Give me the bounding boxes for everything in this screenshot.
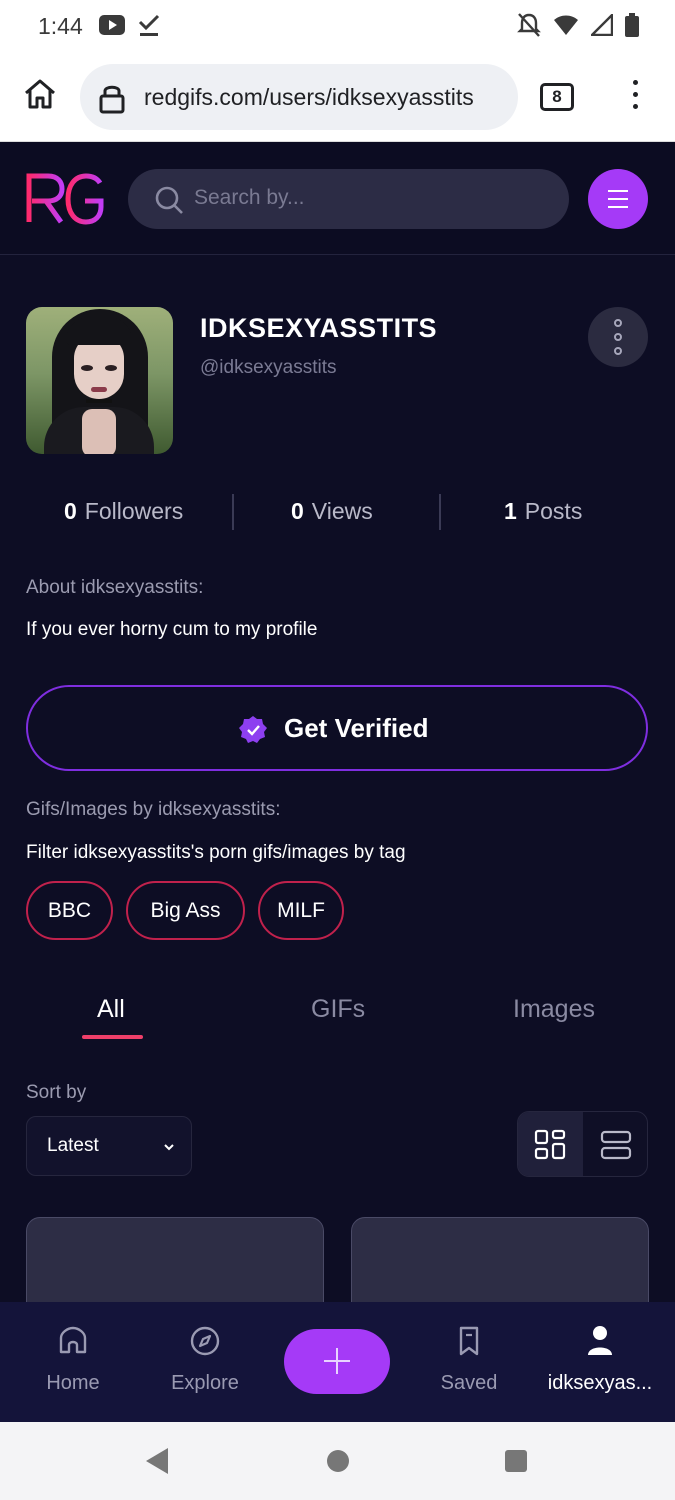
tab-gifs[interactable]: GIFs xyxy=(311,995,365,1024)
stat-views: 0 Views xyxy=(291,498,373,524)
about-label: About idksexyasstits: xyxy=(26,577,204,598)
nav-home-label: Home xyxy=(46,1372,100,1394)
nav-profile-label: idksexyas... xyxy=(547,1372,653,1394)
more-options-icon[interactable] xyxy=(588,307,648,367)
filter-by-tag-label: Filter idksexyasstits's porn gifs/images… xyxy=(26,842,406,863)
compass-icon xyxy=(190,1326,220,1356)
home-circle-icon[interactable] xyxy=(327,1450,349,1472)
stat-posts: 1 Posts xyxy=(504,498,583,524)
tab-all[interactable]: All xyxy=(97,995,125,1024)
nav-explore-label: Explore xyxy=(171,1372,239,1394)
url-text: redgifs.com/users/idksexyasstits xyxy=(144,84,474,110)
tag-bbc[interactable]: BBC xyxy=(26,881,113,940)
lock-icon xyxy=(99,85,125,114)
recents-icon[interactable] xyxy=(505,1450,527,1472)
status-time: 1:44 xyxy=(38,13,83,39)
bottom-nav: Home Explore Saved idksexyas... xyxy=(0,1302,675,1422)
nav-saved[interactable]: Saved xyxy=(404,1302,534,1422)
youtube-notification-icon xyxy=(99,15,125,35)
browser-menu-icon[interactable] xyxy=(630,80,640,114)
wifi-icon xyxy=(554,15,578,35)
address-bar[interactable]: redgifs.com/users/idksexyasstits xyxy=(80,64,518,130)
list-view-button[interactable] xyxy=(583,1112,647,1176)
tag-milf[interactable]: MILF xyxy=(258,881,344,940)
back-icon[interactable] xyxy=(146,1448,168,1474)
profile-handle: @idksexyasstits xyxy=(200,357,337,378)
mute-icon xyxy=(517,13,541,37)
tab-switcher-button[interactable]: 8 xyxy=(540,83,574,111)
verified-badge-icon xyxy=(239,716,267,743)
grid-view-button[interactable] xyxy=(518,1112,583,1176)
download-done-icon xyxy=(138,14,160,36)
nav-saved-label: Saved xyxy=(440,1372,498,1394)
tag-big-ass[interactable]: Big Ass xyxy=(126,881,245,940)
menu-button[interactable] xyxy=(588,169,648,229)
stat-followers[interactable]: 0 Followers xyxy=(64,498,183,525)
upload-plus-button[interactable] xyxy=(284,1329,390,1394)
nav-explore[interactable]: Explore xyxy=(140,1302,270,1422)
list-view-icon xyxy=(600,1130,632,1160)
system-nav-bar xyxy=(0,1422,675,1500)
search-placeholder: Search by... xyxy=(194,186,305,209)
gifs-images-label: Gifs/Images by idksexyasstits: xyxy=(26,799,281,820)
nav-home[interactable]: Home xyxy=(8,1302,138,1422)
sort-label: Sort by xyxy=(26,1082,87,1103)
home-icon xyxy=(59,1326,87,1354)
grid-view-icon xyxy=(534,1129,566,1160)
signal-icon xyxy=(591,14,613,36)
browser-home-icon[interactable] xyxy=(22,76,58,112)
app-header: RG Search by... xyxy=(0,142,675,255)
active-tab-indicator xyxy=(82,1035,143,1039)
user-icon xyxy=(588,1326,612,1355)
sort-value: Latest xyxy=(47,1135,99,1156)
about-text: If you ever horny cum to my profile xyxy=(26,619,318,640)
get-verified-button[interactable]: Get Verified xyxy=(26,685,648,771)
browser-toolbar: redgifs.com/users/idksexyasstits 8 xyxy=(0,52,675,142)
avatar xyxy=(26,307,173,454)
search-bar[interactable]: Search by... xyxy=(128,169,569,229)
profile-display-name: IDKSEXYASSTITS xyxy=(200,313,438,343)
view-mode-toggle xyxy=(517,1111,648,1177)
sort-dropdown[interactable]: Latest xyxy=(26,1116,192,1176)
nav-profile[interactable]: idksexyas... xyxy=(535,1302,665,1422)
search-icon xyxy=(155,186,183,214)
get-verified-label: Get Verified xyxy=(284,713,429,743)
stat-divider xyxy=(439,494,441,530)
status-bar: 1:44 xyxy=(0,0,675,52)
profile-stats: 0 Followers 0 Views 1 Posts xyxy=(26,488,648,538)
logo-text: RG xyxy=(24,170,26,171)
tab-images[interactable]: Images xyxy=(513,995,595,1024)
chevron-down-icon xyxy=(164,1144,174,1151)
battery-icon xyxy=(625,13,639,37)
bookmark-icon xyxy=(459,1326,479,1356)
redgifs-logo[interactable]: RG xyxy=(24,170,106,228)
stat-divider xyxy=(232,494,234,530)
